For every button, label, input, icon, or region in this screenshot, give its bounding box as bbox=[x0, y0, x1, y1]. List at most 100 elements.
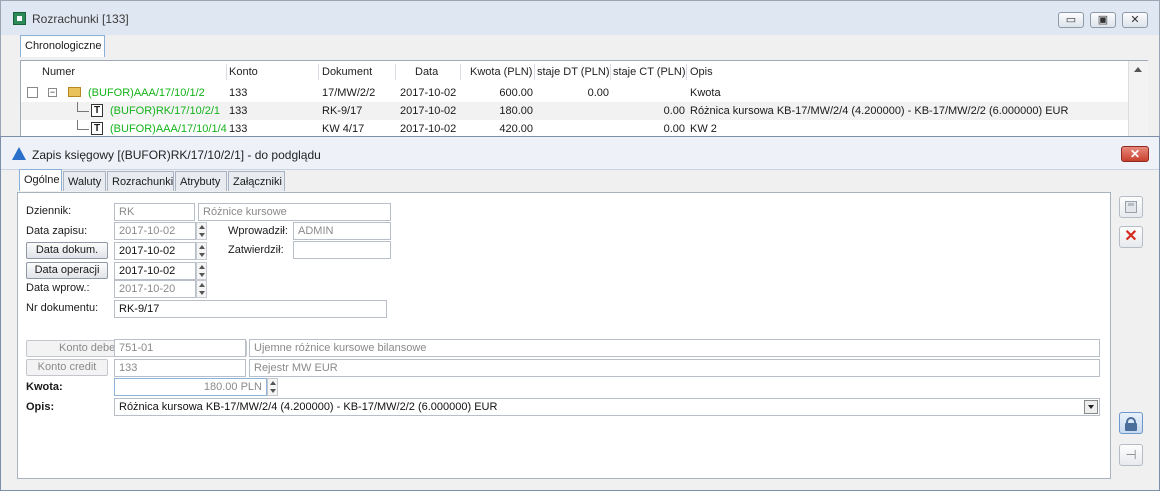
data-operacji-spinner[interactable] bbox=[196, 262, 207, 280]
tab-ogolne[interactable]: Ogólne bbox=[19, 169, 62, 191]
column-header-dokument[interactable]: Dokument bbox=[322, 61, 372, 83]
cell-dokument: RK-9/17 bbox=[322, 105, 363, 117]
rozrachunki-titlebar[interactable]: Rozrachunki [133] ▭ ▣ ✕ bbox=[1, 1, 1159, 35]
column-header-staje-dt[interactable]: staje DT (PLN) bbox=[537, 61, 610, 83]
tab-rozrachunki[interactable]: Rozrachunki bbox=[107, 171, 174, 191]
kwota-label: Kwota: bbox=[26, 381, 63, 393]
maximize-icon: ▣ bbox=[1097, 14, 1109, 26]
opis-value: Różnica kursowa KB-17/MW/2/4 (4.200000) … bbox=[119, 401, 498, 413]
zatwierdzil-field[interactable] bbox=[293, 241, 391, 259]
column-header-data[interactable]: Data bbox=[415, 61, 438, 83]
data-operacji-field[interactable]: 2017-10-02 bbox=[114, 262, 196, 280]
tab-chronologiczne-label: Chronologiczne bbox=[25, 40, 102, 52]
column-separator bbox=[395, 64, 396, 80]
konto-debet-value: 751-01 bbox=[119, 342, 154, 354]
zapis-close-button[interactable]: ✕ bbox=[1121, 146, 1149, 162]
scroll-up-icon[interactable] bbox=[1134, 67, 1142, 72]
opis-label: Opis: bbox=[26, 401, 55, 413]
column-separator bbox=[686, 64, 687, 80]
rozrachunki-grid: Numer Konto Dokument Data Kwota (PLN) st… bbox=[20, 60, 1148, 140]
data-zapisu-value: 2017-10-02 bbox=[119, 225, 176, 237]
dziennik-field: RK bbox=[114, 203, 195, 221]
tab-waluty-label: Waluty bbox=[68, 176, 102, 188]
cell-konto: 133 bbox=[229, 87, 248, 99]
wprowadzil-field: ADMIN bbox=[293, 222, 391, 240]
cell-staje-dt: 0.00 bbox=[587, 87, 609, 99]
app-icon bbox=[13, 12, 26, 25]
kwota-field: 180.00 PLN bbox=[114, 378, 267, 396]
cell-staje-ct: 0.00 bbox=[663, 105, 685, 117]
cancel-button[interactable]: ✕ bbox=[1119, 226, 1143, 248]
maximize-button[interactable]: ▣ bbox=[1090, 12, 1116, 28]
cell-konto: 133 bbox=[229, 105, 248, 117]
wprowadzil-value: ADMIN bbox=[298, 225, 334, 237]
konto-credit-value: 133 bbox=[119, 362, 138, 374]
app-logo-icon bbox=[12, 147, 26, 160]
minimize-button[interactable]: ▭ bbox=[1058, 12, 1084, 28]
save-button[interactable] bbox=[1119, 196, 1143, 218]
table-row[interactable]: − (BUFOR)AAA/17/10/1/2 133 17/MW/2/2 201… bbox=[21, 84, 1128, 102]
nr-dokumentu-value: RK-9/17 bbox=[119, 303, 160, 315]
dziennik-value: RK bbox=[119, 206, 135, 218]
pin-icon: ⊣ bbox=[1125, 447, 1137, 462]
close-icon: ✕ bbox=[1130, 14, 1140, 26]
data-dokum-spinner[interactable] bbox=[196, 242, 207, 260]
save-icon bbox=[1125, 201, 1137, 213]
collapse-icon[interactable]: − bbox=[48, 88, 57, 97]
grid-scrollbar[interactable] bbox=[1128, 61, 1148, 139]
tab-zalaczniki-label: Załączniki bbox=[233, 176, 282, 188]
zatwierdzil-label: Zatwierdził: bbox=[228, 244, 284, 256]
zapis-title: Zapis księgowy [(BUFOR)RK/17/10/2/1] - d… bbox=[32, 148, 321, 162]
opis-select[interactable]: Różnica kursowa KB-17/MW/2/4 (4.200000) … bbox=[114, 398, 1100, 416]
data-zapisu-label: Data zapisu: bbox=[26, 225, 88, 237]
konto-credit-button[interactable]: Konto credit bbox=[26, 359, 108, 376]
data-dokum-button[interactable]: Data dokum. bbox=[26, 242, 108, 259]
cell-data: 2017-10-02 bbox=[400, 87, 457, 99]
tab-rozrachunki-label: Rozrachunki bbox=[112, 176, 174, 188]
tab-chronologiczne[interactable]: Chronologiczne bbox=[20, 35, 105, 57]
close-button[interactable]: ✕ bbox=[1122, 12, 1148, 28]
data-wprow-label: Data wprow.: bbox=[26, 282, 90, 294]
tab-atrybuty[interactable]: Atrybuty bbox=[175, 171, 227, 191]
data-dokum-value: 2017-10-02 bbox=[119, 245, 176, 257]
data-operacji-button[interactable]: Data operacji bbox=[26, 262, 108, 279]
cancel-icon: ✕ bbox=[1124, 228, 1138, 245]
konto-debet-label: Konto debet bbox=[59, 342, 119, 354]
tree-line bbox=[77, 120, 78, 129]
zapis-titlebar[interactable]: Zapis księgowy [(BUFOR)RK/17/10/2/1] - d… bbox=[1, 137, 1159, 170]
cell-kwota: 180.00 bbox=[499, 105, 533, 117]
row-checkbox[interactable] bbox=[27, 87, 38, 98]
cell-data: 2017-10-02 bbox=[400, 105, 457, 117]
kwota-spinner bbox=[267, 378, 278, 396]
tree-line bbox=[77, 111, 89, 112]
konto-credit-desc: Rejestr MW EUR bbox=[254, 362, 338, 374]
lock-button[interactable] bbox=[1119, 412, 1143, 434]
column-header-konto[interactable]: Konto bbox=[229, 61, 258, 83]
minimize-icon: ▭ bbox=[1065, 14, 1077, 26]
dziennik-label: Dziennik: bbox=[26, 205, 72, 217]
data-dokum-field[interactable]: 2017-10-02 bbox=[114, 242, 196, 260]
column-header-kwota[interactable]: Kwota (PLN) bbox=[470, 61, 532, 83]
rozrachunki-title: Rozrachunki [133] bbox=[32, 12, 129, 26]
tree-line bbox=[77, 129, 89, 130]
tab-zalaczniki[interactable]: Załączniki bbox=[228, 171, 285, 191]
column-header-numer[interactable]: Numer bbox=[42, 61, 75, 83]
pin-button[interactable]: ⊣ bbox=[1119, 444, 1143, 466]
table-row[interactable]: T (BUFOR)RK/17/10/2/1 133 RK-9/17 2017-1… bbox=[21, 102, 1128, 120]
column-header-staje-ct[interactable]: staje CT (PLN) bbox=[613, 61, 686, 83]
column-separator bbox=[318, 64, 319, 80]
close-icon: ✕ bbox=[1129, 147, 1141, 161]
dziennik-desc-field: Różnice kursowe bbox=[198, 203, 391, 221]
data-wprow-spinner bbox=[196, 280, 207, 298]
column-separator bbox=[534, 64, 535, 80]
data-operacji-value: 2017-10-02 bbox=[119, 265, 176, 277]
konto-credit-field: 133 bbox=[114, 359, 246, 377]
cell-numer: (BUFOR)AAA/17/10/1/2 bbox=[88, 87, 205, 99]
tab-waluty[interactable]: Waluty bbox=[63, 171, 106, 191]
folder-icon bbox=[68, 87, 81, 97]
konto-debet-field: 751-01 bbox=[114, 339, 246, 357]
cell-opis: Kwota bbox=[690, 87, 721, 99]
column-header-opis[interactable]: Opis bbox=[690, 61, 713, 83]
nr-dokumentu-field[interactable]: RK-9/17 bbox=[114, 300, 387, 318]
chevron-down-icon[interactable] bbox=[1084, 400, 1098, 414]
